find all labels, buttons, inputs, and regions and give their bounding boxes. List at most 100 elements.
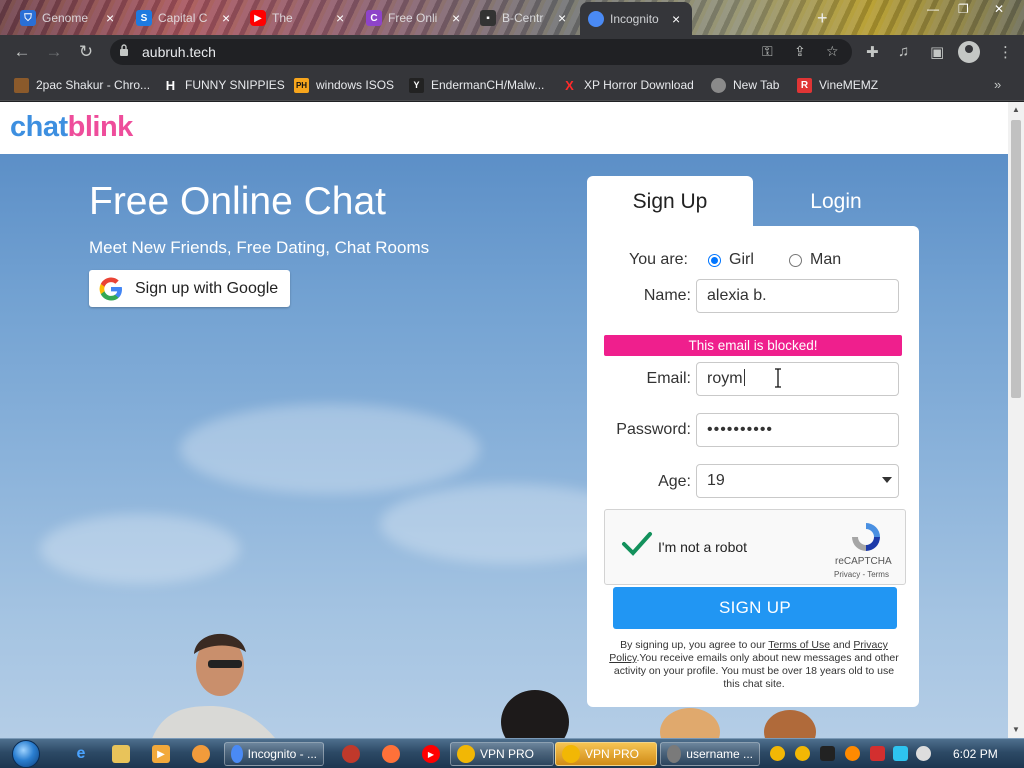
- tray-search-icon[interactable]: [845, 746, 860, 761]
- paint-icon[interactable]: [186, 742, 216, 766]
- youtube-icon[interactable]: ▶: [416, 742, 446, 766]
- recaptcha-logo-icon: [852, 523, 880, 551]
- close-icon[interactable]: ×: [222, 10, 234, 26]
- tray-network-icon[interactable]: [893, 746, 908, 761]
- scroll-down-icon[interactable]: ▼: [1012, 725, 1020, 734]
- bookmarks-overflow-icon[interactable]: »: [994, 77, 1001, 92]
- taskbar-item-vpn-active[interactable]: VPN PRO: [555, 742, 657, 766]
- scrollbar-thumb[interactable]: [1011, 120, 1021, 398]
- browser-tab[interactable]: ▶ The ×: [242, 5, 356, 31]
- address-bar[interactable]: aubruh.tech ⚿ ⇪ ☆: [110, 39, 852, 65]
- bookmark-item[interactable]: H FUNNY SNIPPIES: [163, 77, 285, 93]
- back-icon[interactable]: ←: [12, 42, 32, 62]
- google-signup-button[interactable]: Sign up with Google: [89, 270, 290, 307]
- maximize-icon[interactable]: ❐: [958, 2, 969, 16]
- vpn-icon: [457, 745, 475, 763]
- forward-icon[interactable]: →: [44, 42, 64, 62]
- radio-checked-icon[interactable]: [708, 253, 721, 267]
- browser-tab-active[interactable]: Incognito ×: [580, 2, 692, 35]
- chrome-icon: [231, 745, 243, 763]
- bookmark-item[interactable]: X XP Horror Download: [562, 77, 694, 93]
- minimize-icon[interactable]: —: [927, 2, 939, 16]
- taskbar-clock[interactable]: 6:02 PM: [953, 747, 998, 761]
- text-caret: [743, 369, 745, 386]
- app-icon: [667, 745, 682, 763]
- share-icon[interactable]: ⇪: [794, 43, 806, 60]
- taskbar-item-chrome[interactable]: Incognito - ...: [224, 742, 324, 766]
- terms-text: By signing up, you agree to our Terms of…: [609, 639, 899, 690]
- new-tab-icon[interactable]: +: [817, 8, 828, 29]
- signup-button[interactable]: SIGN UP: [613, 587, 897, 629]
- firefox-icon[interactable]: [376, 742, 406, 766]
- close-icon[interactable]: ×: [452, 10, 464, 26]
- bookmark-item[interactable]: 2pac Shakur - Chro...: [14, 77, 150, 93]
- sidepanel-icon[interactable]: ▣: [930, 43, 944, 61]
- close-icon[interactable]: ×: [558, 10, 570, 26]
- tray-vpn-icon[interactable]: [770, 746, 785, 761]
- email-input[interactable]: roym: [696, 362, 899, 396]
- captcha-checkmark-icon[interactable]: [621, 530, 653, 558]
- youtube-icon: ▶: [250, 10, 266, 26]
- taskbar-item-app[interactable]: username ...: [660, 742, 760, 766]
- tray-tool-icon[interactable]: [820, 746, 835, 761]
- captcha-privacy-terms[interactable]: Privacy - Terms: [834, 570, 889, 579]
- site-header: chatblink: [0, 102, 1008, 154]
- hero-subtitle: Meet New Friends, Free Dating, Chat Room…: [89, 238, 430, 257]
- bookmark-item[interactable]: New Tab: [711, 77, 779, 93]
- email-label: Email:: [646, 370, 691, 387]
- menu-kebab-icon[interactable]: ⋮: [998, 43, 1013, 61]
- scroll-up-icon[interactable]: ▲: [1012, 105, 1020, 114]
- person-photo: [660, 708, 720, 738]
- gender-row: You are: Girl Man: [587, 251, 919, 271]
- browser-tab[interactable]: S Capital C ×: [128, 5, 242, 31]
- close-window-icon[interactable]: ✕: [994, 2, 1004, 16]
- internet-explorer-icon[interactable]: e: [66, 742, 96, 766]
- site-icon: ▪: [480, 10, 496, 26]
- extensions-icon[interactable]: ✚: [866, 43, 879, 61]
- close-icon[interactable]: ×: [106, 10, 118, 26]
- reload-icon[interactable]: ↻: [76, 42, 96, 62]
- bookmark-item[interactable]: R VineMEMZ: [797, 77, 878, 93]
- close-icon[interactable]: ×: [672, 11, 684, 27]
- taskbar-item-vpn[interactable]: VPN PRO: [450, 742, 554, 766]
- hero-title: Free Online Chat: [89, 180, 386, 223]
- name-row: Name: alexia b.: [587, 279, 919, 313]
- bookmarks-bar: 2pac Shakur - Chro... H FUNNY SNIPPIES P…: [0, 69, 1024, 101]
- captcha-label: I'm not a robot: [658, 539, 748, 555]
- name-input[interactable]: alexia b.: [696, 279, 899, 313]
- bookmark-favicon-icon: R: [797, 77, 812, 93]
- radio-unchecked-icon[interactable]: [789, 253, 802, 267]
- star-icon[interactable]: ☆: [826, 43, 839, 60]
- c-logo-icon: C: [366, 10, 382, 26]
- profile-avatar-icon[interactable]: [958, 41, 980, 63]
- site-logo[interactable]: chatblink: [10, 111, 133, 144]
- browser-tab[interactable]: C Free Onli ×: [358, 5, 472, 31]
- browser-tab[interactable]: ▪ B-Centr ×: [472, 5, 578, 31]
- page-scrollbar[interactable]: ▲ ▼: [1008, 102, 1024, 738]
- tray-flag-icon[interactable]: [870, 746, 885, 761]
- password-input[interactable]: ••••••••••: [696, 413, 899, 447]
- key-icon[interactable]: ⚿: [762, 43, 773, 60]
- gender-radio-girl[interactable]: Girl: [708, 251, 754, 269]
- gender-radio-man[interactable]: Man: [789, 251, 841, 269]
- bookmark-item[interactable]: PH windows ISOS: [294, 77, 394, 93]
- browser-tab[interactable]: ⛉ Genome ×: [12, 5, 126, 31]
- tab-signup[interactable]: Sign Up: [587, 176, 753, 227]
- media-icon[interactable]: ♫: [898, 43, 909, 60]
- close-icon[interactable]: ×: [336, 10, 348, 26]
- bookmark-favicon-icon: [14, 77, 29, 93]
- app-shield-icon[interactable]: [336, 742, 366, 766]
- start-button[interactable]: [8, 739, 46, 768]
- tray-volume-icon[interactable]: [916, 746, 931, 761]
- media-player-icon[interactable]: ▶: [146, 742, 176, 766]
- bookmark-item[interactable]: Y EndermanCH/Malw...: [409, 77, 544, 93]
- tab-login[interactable]: Login: [753, 176, 919, 227]
- terms-of-use-link[interactable]: Terms of Use: [768, 639, 830, 651]
- browser-toolbar: ← → ↻ aubruh.tech ⚿ ⇪ ☆ ✚ ♫ ▣ ⋮: [0, 35, 1024, 69]
- age-select[interactable]: 19: [696, 464, 899, 498]
- web-page: chatblink Free Online Chat Meet New Frie…: [0, 102, 1008, 738]
- file-explorer-icon[interactable]: [106, 742, 136, 766]
- age-row: Age: 19: [587, 464, 919, 498]
- tray-vpn-icon[interactable]: [795, 746, 810, 761]
- tab-strip: ⛉ Genome × S Capital C × ▶ The × C Free …: [0, 0, 1024, 35]
